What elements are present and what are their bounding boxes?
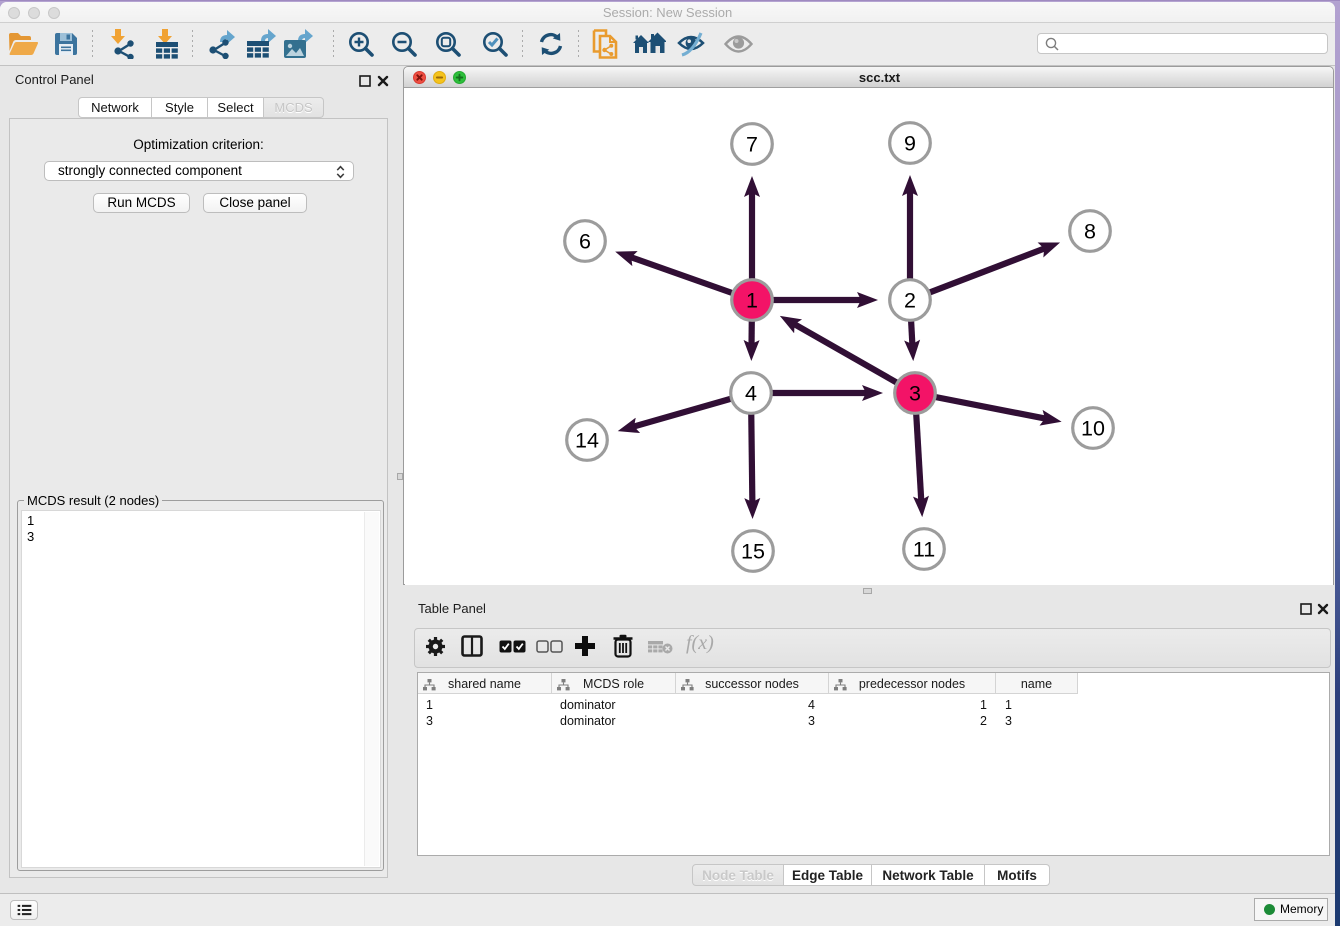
svg-text:8: 8 xyxy=(1084,220,1096,244)
svg-text:15: 15 xyxy=(741,540,765,564)
svg-text:4: 4 xyxy=(745,382,757,406)
svg-text:6: 6 xyxy=(579,230,591,254)
svg-text:7: 7 xyxy=(746,133,758,157)
svg-text:10: 10 xyxy=(1081,417,1105,441)
svg-text:14: 14 xyxy=(575,429,599,453)
svg-text:2: 2 xyxy=(904,289,916,313)
svg-text:11: 11 xyxy=(913,538,935,562)
svg-text:1: 1 xyxy=(746,289,758,313)
svg-text:9: 9 xyxy=(904,132,916,156)
svg-text:3: 3 xyxy=(909,382,921,406)
